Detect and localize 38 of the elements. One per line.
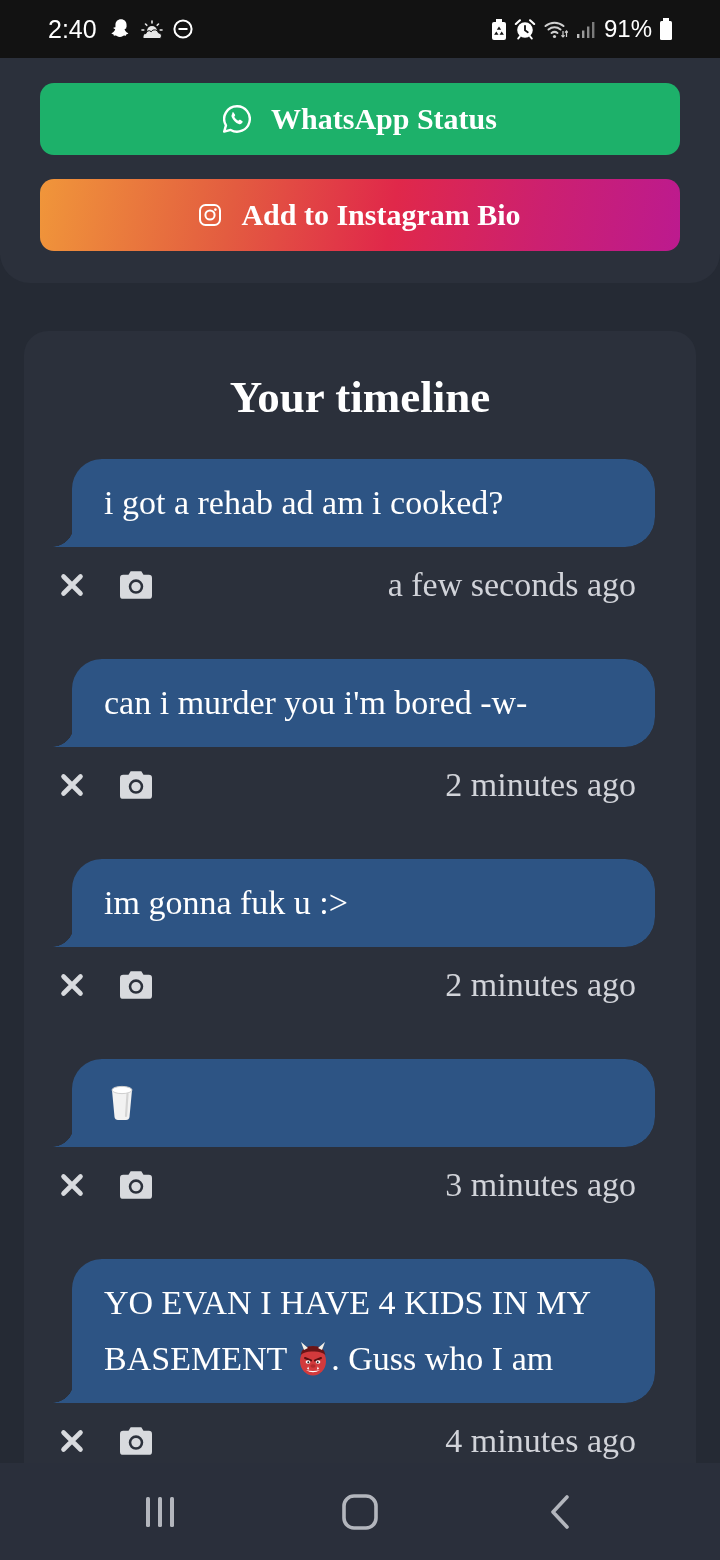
camera-icon[interactable] <box>120 571 152 599</box>
battery-icon <box>660 18 672 40</box>
sun-cloud-icon <box>140 19 163 39</box>
post-time: 2 minutes ago <box>445 965 636 1005</box>
post-time: 2 minutes ago <box>445 765 636 805</box>
post-time: a few seconds ago <box>387 565 636 605</box>
camera-icon[interactable] <box>120 771 152 799</box>
message-text: im gonna fuk u :> <box>104 884 348 921</box>
close-icon[interactable] <box>60 773 84 797</box>
minus-circle-icon <box>172 19 193 39</box>
alarm-clock-icon <box>513 18 536 40</box>
clock-time: 2:40 <box>48 14 97 44</box>
close-icon[interactable] <box>60 573 84 597</box>
home-icon[interactable] <box>342 1493 378 1530</box>
instagram-bio-button[interactable]: Add to Instagram Bio <box>40 179 680 251</box>
recent-apps-icon[interactable] <box>144 1495 176 1528</box>
timeline-title: Your timeline <box>228 372 492 422</box>
milk-glass-icon <box>110 1085 134 1122</box>
message-text: YO EVAN I HAVE 4 KIDS IN MY BASEMENT . Guss who I am <box>104 1284 590 1377</box>
battery-percent: 91% <box>603 15 652 43</box>
camera-icon[interactable] <box>120 1171 152 1199</box>
back-icon[interactable] <box>550 1494 570 1529</box>
signal-bars-icon <box>575 19 596 39</box>
chat-phone-icon <box>223 105 252 133</box>
close-icon[interactable] <box>60 973 84 997</box>
camera-icon[interactable] <box>120 1427 152 1455</box>
post-time: 4 minutes ago <box>445 1421 636 1461</box>
wifi-icon <box>543 19 568 39</box>
battery-recycle-icon <box>491 18 506 40</box>
close-icon[interactable] <box>60 1429 84 1453</box>
post-time: 3 minutes ago <box>445 1165 636 1205</box>
ghost-icon <box>110 19 131 39</box>
close-icon[interactable] <box>60 1173 84 1197</box>
message-text: can i murder you i'm bored -w- <box>104 684 528 721</box>
camera-icon[interactable] <box>120 971 152 999</box>
camera-outline-icon <box>199 204 222 226</box>
message-text: i got a rehab ad am i cooked? <box>104 484 504 521</box>
whatsapp-status-button[interactable]: WhatsApp Status <box>40 83 680 155</box>
